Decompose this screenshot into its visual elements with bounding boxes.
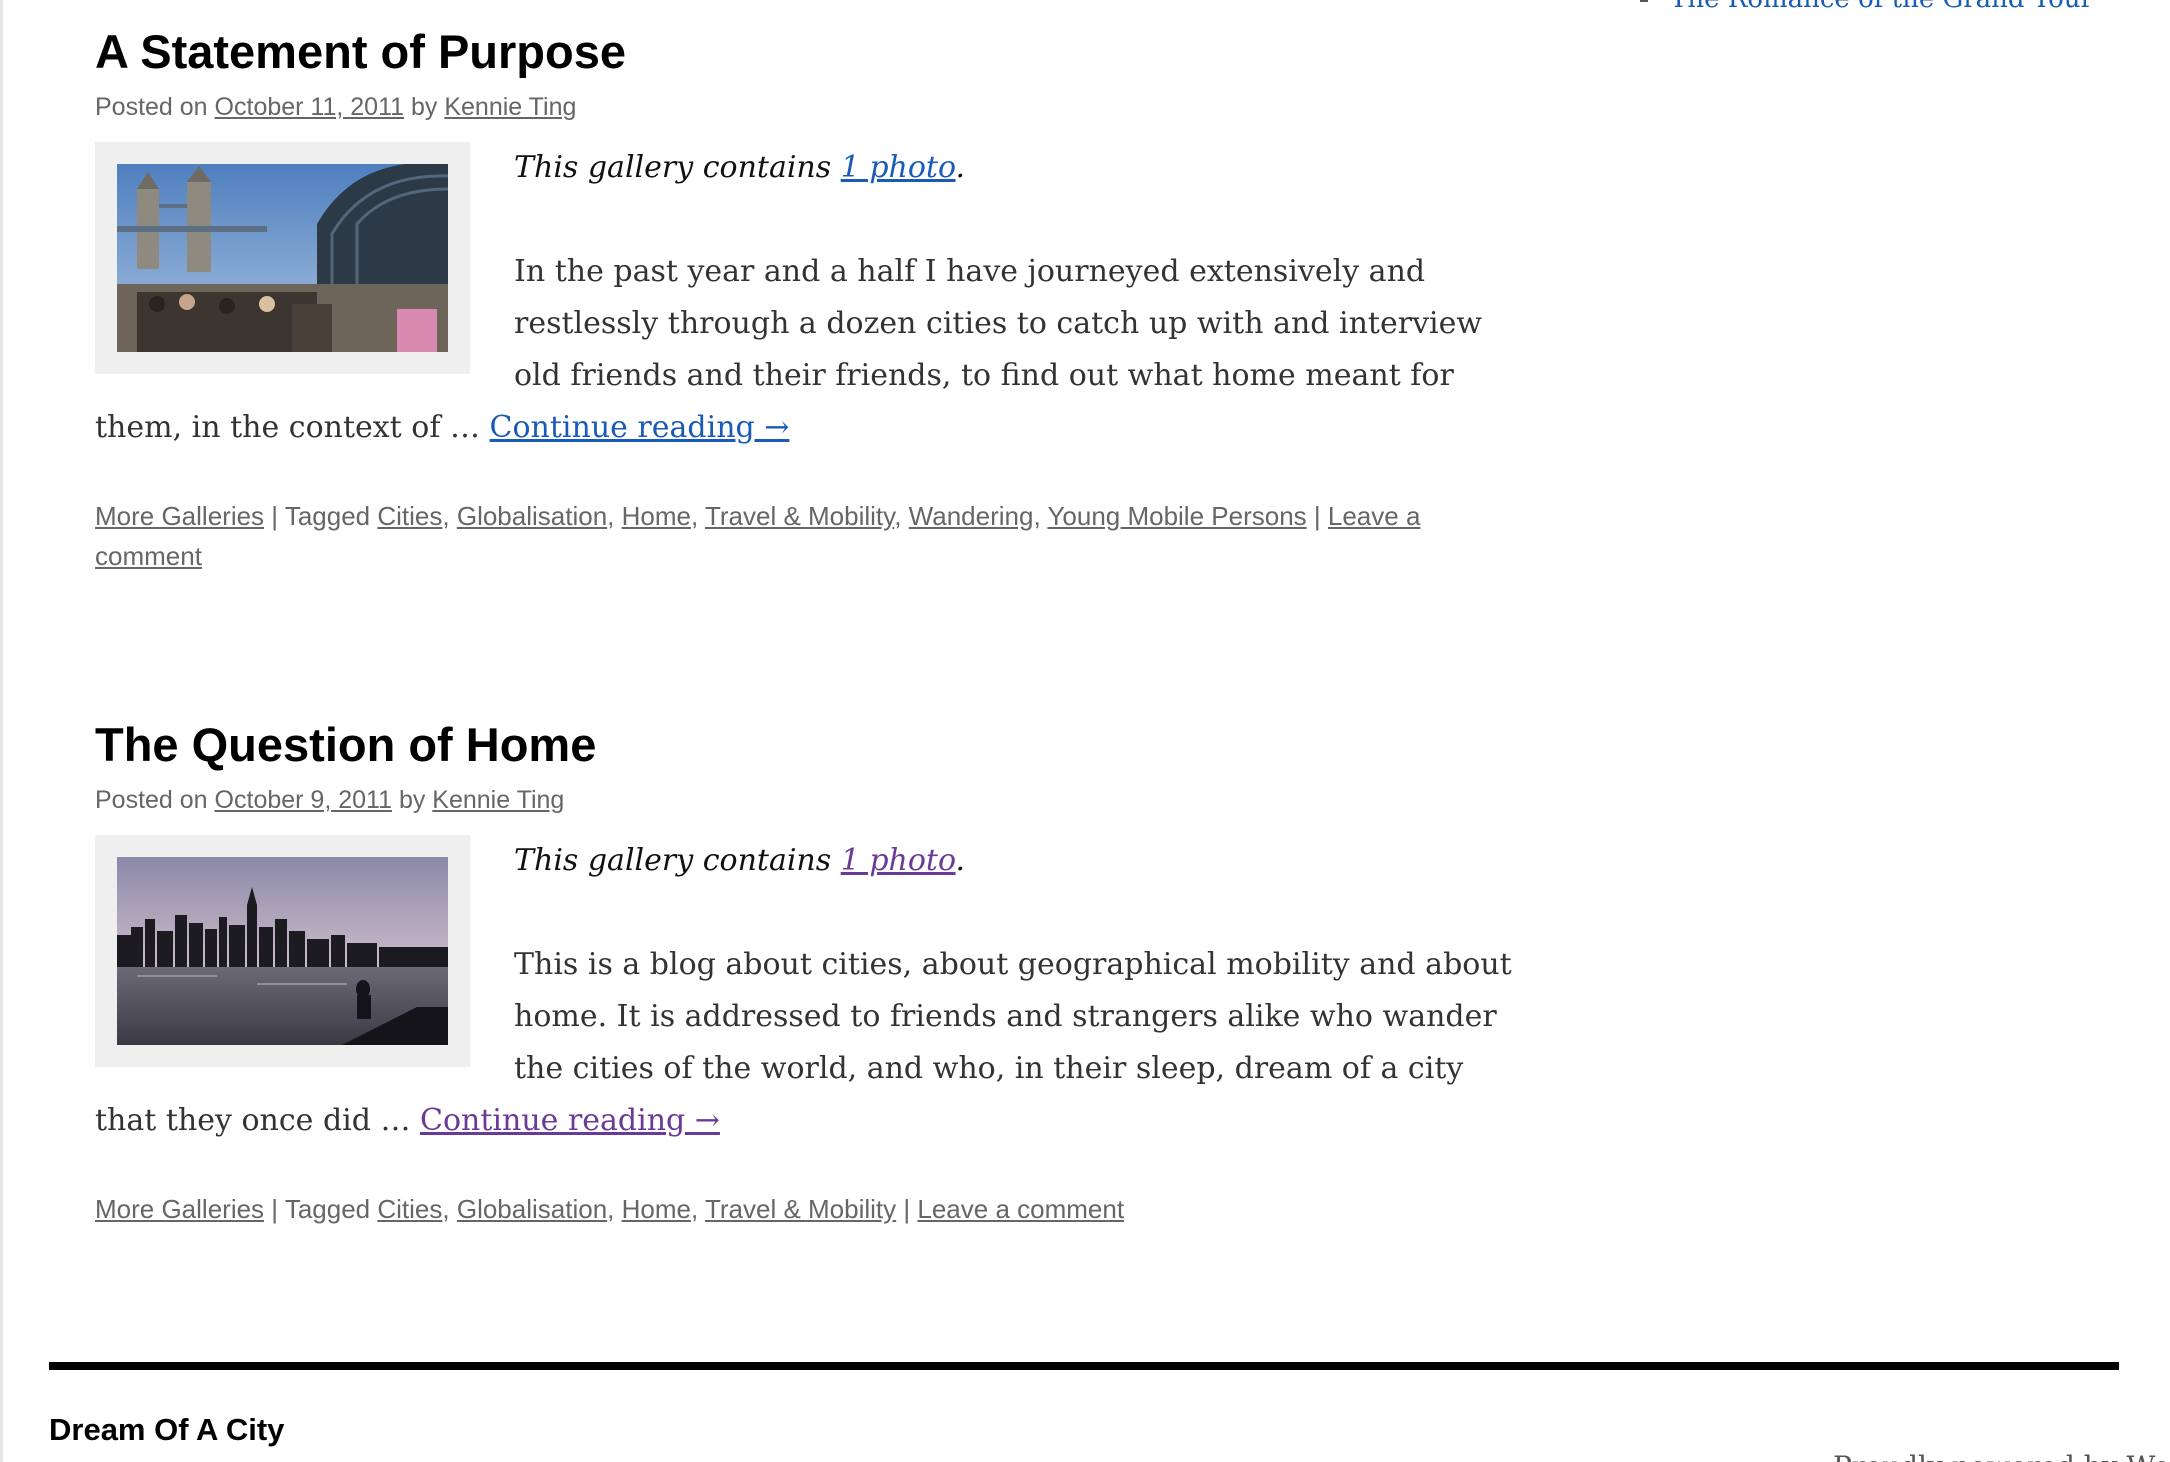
posted-on-label: Posted on <box>95 786 208 814</box>
post-title-link[interactable]: The Question of Home <box>95 718 596 771</box>
gallery-prefix: This gallery contains <box>514 843 832 878</box>
page: The Romance of the Grand Tour A Statemen… <box>0 0 2170 1462</box>
continue-reading-link[interactable]: Continue reading → <box>490 410 790 445</box>
post-title[interactable]: The Question of Home <box>95 717 1515 773</box>
gallery-thumbnail[interactable] <box>95 835 470 1067</box>
powered-by-link[interactable]: Proudly powered by WordPress <box>1833 1450 2170 1462</box>
author-link[interactable]: Kennie Ting <box>432 786 564 814</box>
tag-link[interactable]: Home <box>622 1194 691 1224</box>
gallery-suffix: . <box>955 150 966 185</box>
gallery-photo-count-link[interactable]: 1 photo <box>841 150 956 185</box>
post-article: The Question of Home Posted on October 9… <box>95 717 1515 1229</box>
tag-link[interactable]: Globalisation <box>457 1194 607 1224</box>
tag-link[interactable]: Home <box>622 501 691 531</box>
tower-bridge-photo-icon <box>117 164 448 352</box>
footer-site-title[interactable]: Dream Of A City <box>49 1410 284 1450</box>
tag-link[interactable]: Travel & Mobility <box>705 501 894 531</box>
post-entry: This gallery contains 1 photo. In the pa… <box>95 142 1515 454</box>
city-skyline-photo-icon <box>117 857 448 1045</box>
post-title-link[interactable]: A Statement of Purpose <box>95 25 626 78</box>
leave-comment-link[interactable]: Leave a comment <box>917 1194 1124 1224</box>
post-entry: This gallery contains 1 photo. This is a… <box>95 835 1515 1147</box>
gallery-prefix: This gallery contains <box>514 150 832 185</box>
sidebar-item[interactable]: The Romance of the Grand Tour <box>1640 0 2093 16</box>
tag-link[interactable]: Cities <box>377 501 442 531</box>
posted-on-label: Posted on <box>95 93 208 121</box>
post-date-link[interactable]: October 11, 2011 <box>215 93 404 121</box>
post-date-link[interactable]: October 9, 2011 <box>215 786 392 814</box>
by-label: by <box>398 786 426 814</box>
post-article: A Statement of Purpose Posted on October… <box>95 24 1515 576</box>
post-meta: Posted on October 11, 2011 by Kennie Tin… <box>95 90 1515 124</box>
post-title[interactable]: A Statement of Purpose <box>95 24 1515 80</box>
tagged-label: Tagged <box>284 501 371 531</box>
tag-link[interactable]: Globalisation <box>457 501 607 531</box>
tag-link[interactable]: Travel & Mobility <box>705 1194 896 1224</box>
sidebar-recent-posts: The Romance of the Grand Tour <box>1640 0 2093 16</box>
continue-reading-link[interactable]: Continue reading → <box>420 1103 720 1138</box>
tag-link[interactable]: Cities <box>377 1194 442 1224</box>
separator: | <box>1313 501 1321 531</box>
footer-divider <box>49 1362 2119 1370</box>
separator: | <box>903 1194 911 1224</box>
category-link[interactable]: More Galleries <box>95 501 264 531</box>
gallery-thumbnail[interactable] <box>95 142 470 374</box>
bullet-icon <box>1640 0 1648 2</box>
by-label: by <box>410 93 438 121</box>
author-link[interactable]: Kennie Ting <box>444 93 576 121</box>
entry-footer: More Galleries | Tagged Cities, Globalis… <box>95 1194 1125 1224</box>
gallery-photo-count-link[interactable]: 1 photo <box>841 843 956 878</box>
gallery-suffix: . <box>955 843 966 878</box>
separator: | <box>271 501 279 531</box>
separator: | <box>271 1194 279 1224</box>
category-link[interactable]: More Galleries <box>95 1194 264 1224</box>
tag-link[interactable]: Young Mobile Persons <box>1047 501 1306 531</box>
sidebar-item-link[interactable]: The Romance of the Grand Tour <box>1670 0 2093 14</box>
tagged-label: Tagged <box>284 1194 371 1224</box>
entry-footer: More Galleries | Tagged Cities, Globalis… <box>95 501 1421 571</box>
post-meta: Posted on October 9, 2011 by Kennie Ting <box>95 783 1515 817</box>
tag-link[interactable]: Wandering <box>909 501 1034 531</box>
